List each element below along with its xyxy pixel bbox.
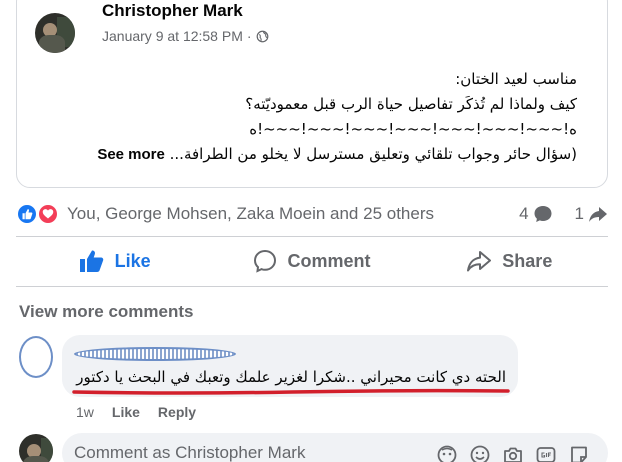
post-line-text: (سؤال حائر وجواب تلقائي وتعليق مسترسل لا… [169, 145, 577, 163]
post-body: مناسب لعيد الختان: كيف ولماذا لم تُذكَر … [57, 67, 577, 167]
gif-icon[interactable] [535, 444, 557, 462]
see-more-link[interactable]: See more [97, 146, 165, 163]
comment-label: Comment [287, 250, 371, 271]
post-card: Christopher Mark January 9 at 12:58 PM ·… [16, 0, 608, 188]
post-line: ه!~~~!~~~!~~~!~~~!~~~!~~~!~~~!ه [249, 120, 577, 138]
redacted-commenter-name [74, 347, 236, 361]
post-meta: January 9 at 12:58 PM · [102, 28, 269, 44]
comment-button[interactable]: Comment [213, 240, 410, 282]
share-icon [467, 251, 492, 272]
comment-count-icon [534, 206, 552, 222]
share-label: Share [502, 250, 553, 271]
post-author-name[interactable]: Christopher Mark [102, 1, 243, 21]
comment-reply-button[interactable]: Reply [158, 404, 196, 420]
avatar-sticker-icon[interactable] [436, 444, 458, 462]
reaction-summary[interactable]: You, George Mohsen, Zaka Moein and 25 ot… [67, 204, 434, 224]
like-button[interactable]: Like [16, 240, 213, 282]
comments-count[interactable]: 4 [519, 204, 528, 224]
shares-count[interactable]: 1 [575, 204, 584, 224]
author-avatar[interactable] [35, 13, 75, 53]
comment-text: الحته دي كانت محيراني ..شكرا لغزير علمك … [76, 368, 506, 386]
post-line: كيف ولماذا لم تُذكَر تفاصيل حياة الرب قب… [245, 95, 577, 113]
engagement-counts: 4 1 [519, 204, 608, 224]
share-button[interactable]: Share [411, 240, 608, 282]
like-reaction-icon [16, 203, 38, 225]
current-user-avatar[interactable] [19, 434, 53, 462]
divider [16, 286, 608, 287]
comment-icon [254, 249, 277, 273]
post-line: مناسب لعيد الختان: [455, 70, 577, 88]
post-timestamp[interactable]: January 9 at 12:58 PM [102, 28, 243, 44]
camera-icon[interactable] [502, 444, 524, 462]
comment-meta: 1w Like Reply [76, 404, 196, 420]
share-count-icon [589, 207, 607, 222]
thumbs-up-icon [79, 250, 103, 272]
post-line-last: (سؤال حائر وجواب تلقائي وتعليق مسترسل لا… [57, 142, 577, 167]
meta-separator: · [246, 28, 252, 44]
post-action-bar: Like Comment Share [16, 240, 608, 282]
comment-input-icons [436, 444, 590, 462]
like-label: Like [114, 250, 151, 271]
commenter-avatar-redacted[interactable] [19, 336, 53, 378]
comment-time[interactable]: 1w [76, 404, 94, 420]
globe-icon [256, 30, 268, 42]
sticker-icon[interactable] [568, 444, 590, 462]
emoji-icon[interactable] [469, 444, 491, 462]
love-reaction-icon [37, 203, 59, 225]
reactions-row: You, George Mohsen, Zaka Moein and 25 ot… [16, 200, 608, 228]
divider [16, 236, 608, 237]
view-more-comments-link[interactable]: View more comments [19, 302, 193, 322]
reaction-icons[interactable] [16, 203, 64, 225]
comment-like-button[interactable]: Like [112, 404, 140, 420]
red-underline-annotation [72, 388, 510, 395]
